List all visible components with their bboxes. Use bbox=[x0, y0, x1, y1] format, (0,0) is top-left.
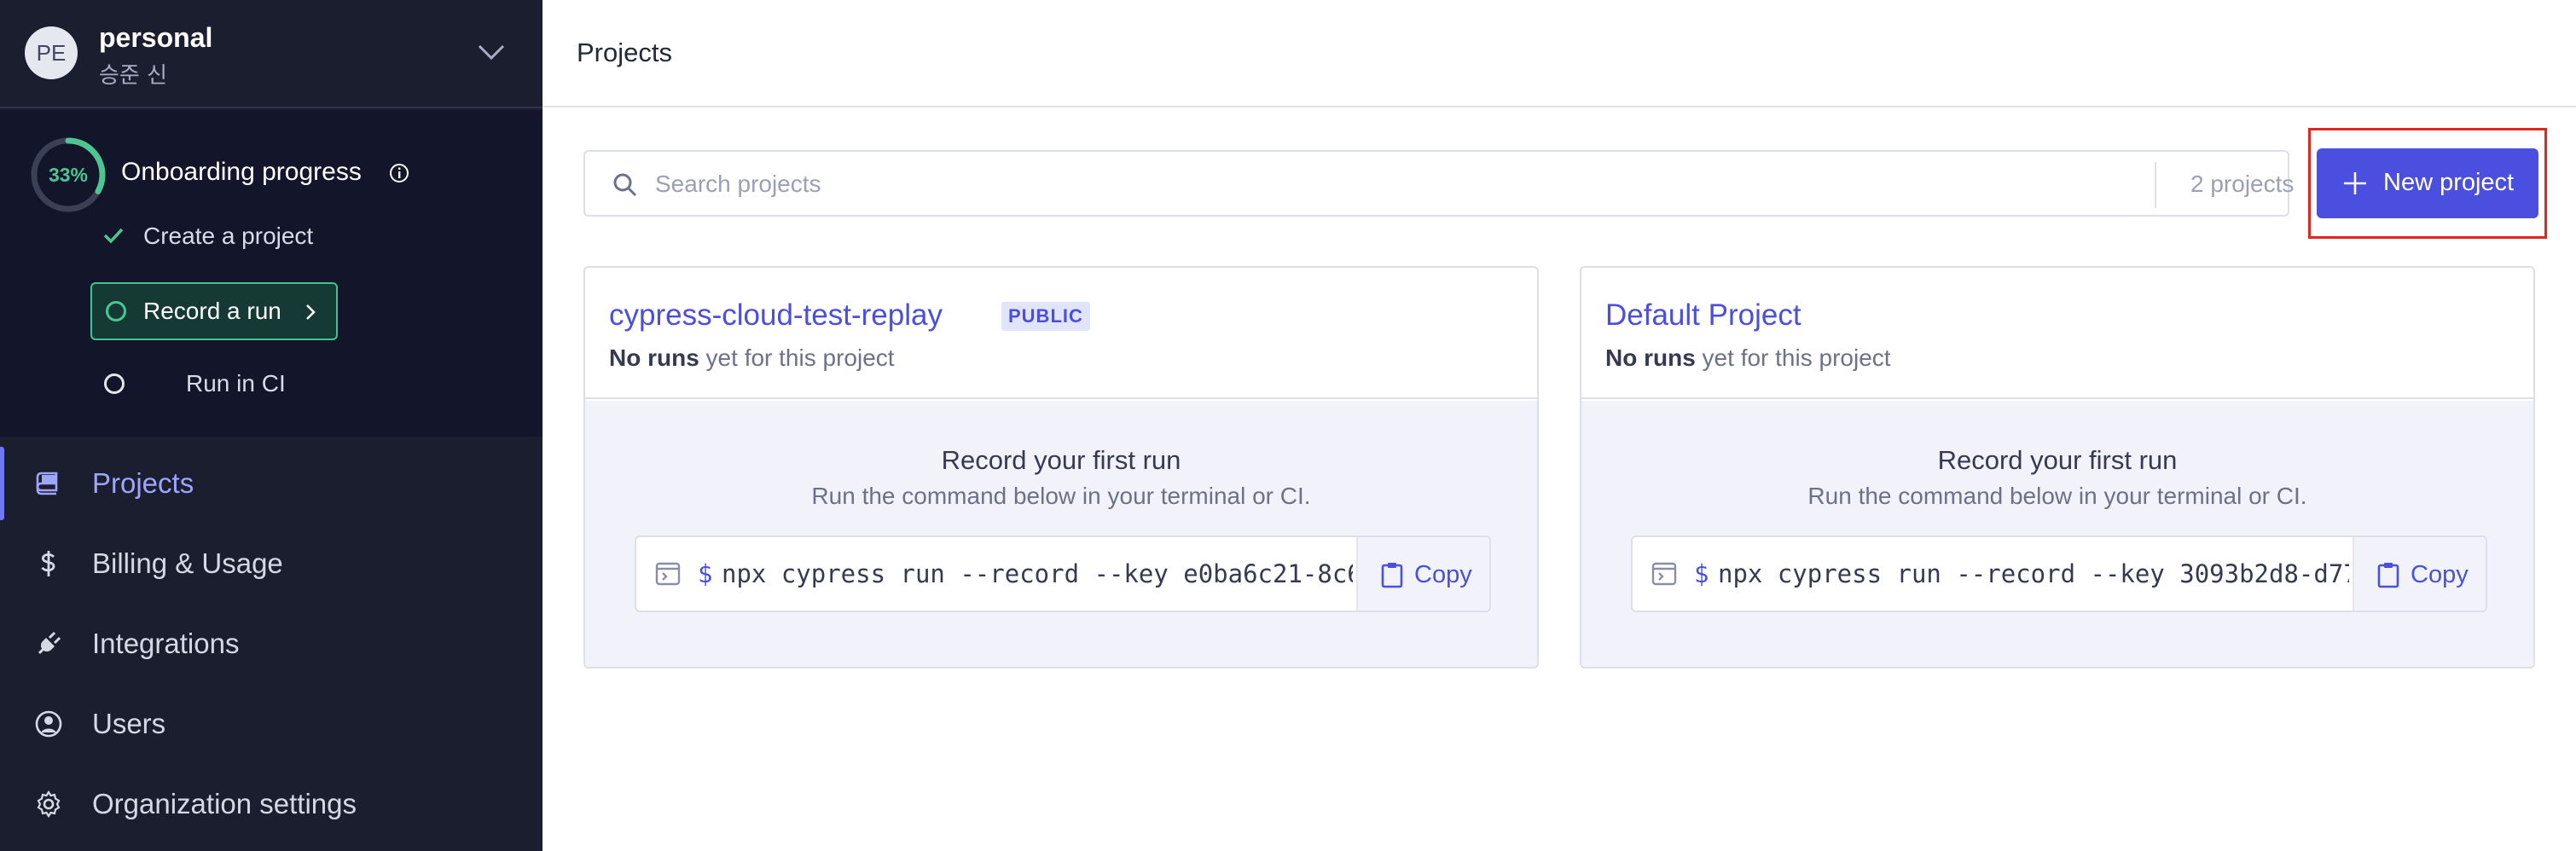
project-name-link[interactable]: Default Project bbox=[1605, 298, 1801, 333]
org-user-name: 승준 신 bbox=[99, 63, 168, 89]
clipboard-icon bbox=[1381, 563, 1403, 588]
page-title: Projects bbox=[577, 38, 672, 67]
circle-icon bbox=[104, 373, 125, 394]
nav-integrations[interactable]: Integrations bbox=[0, 607, 542, 680]
runs-status-text: yet for this project bbox=[1695, 344, 1891, 371]
terminal-icon bbox=[655, 562, 681, 586]
copy-button[interactable]: Copy bbox=[1356, 537, 1489, 611]
nav-label: Billing & Usage bbox=[92, 547, 283, 579]
project-name-link[interactable]: cypress-cloud-test-replay bbox=[609, 298, 943, 333]
info-icon[interactable] bbox=[389, 163, 409, 183]
user-circle-icon bbox=[35, 710, 62, 738]
onboarding-title: Onboarding progress bbox=[121, 158, 362, 186]
dollar-icon bbox=[41, 551, 55, 576]
progress-ring: 33% bbox=[29, 136, 107, 214]
prompt-symbol: $ bbox=[1694, 559, 1709, 588]
search-bar: 2 projects bbox=[583, 150, 2294, 217]
record-subtitle: Run the command below in your terminal o… bbox=[1807, 483, 2307, 509]
search-icon bbox=[613, 173, 637, 197]
nav-projects[interactable]: Projects bbox=[0, 447, 542, 520]
sidebar: PE personal 승준 신 33% Onboarding progress… bbox=[0, 0, 542, 851]
runs-status: No runs yet for this project bbox=[609, 344, 895, 372]
check-icon bbox=[103, 228, 124, 244]
nav-billing-usage[interactable]: Billing & Usage bbox=[0, 527, 542, 600]
record-title: Record your first run bbox=[1937, 445, 2178, 475]
record-subtitle: Run the command below in your terminal o… bbox=[811, 483, 1311, 509]
gear-icon bbox=[37, 790, 61, 819]
project-card-header: cypress-cloud-test-replay PUBLIC No runs… bbox=[585, 268, 1537, 399]
terminal-icon bbox=[1651, 562, 1677, 586]
progress-percent: 33% bbox=[48, 163, 89, 186]
divider bbox=[2155, 162, 2156, 208]
chevron-down-icon[interactable] bbox=[474, 39, 508, 65]
onboarding-panel: 33% Onboarding progress Create a project… bbox=[0, 110, 542, 437]
record-first-run-panel: Record your first run Run the command be… bbox=[585, 401, 1537, 667]
prompt-symbol: $ bbox=[698, 559, 713, 588]
project-card: cypress-cloud-test-replay PUBLIC No runs… bbox=[583, 266, 1539, 669]
top-bar: Projects bbox=[542, 0, 2576, 107]
record-command[interactable]: npx cypress run --record --key e0ba6c21-… bbox=[722, 559, 1353, 588]
circle-icon bbox=[106, 301, 126, 321]
project-card-header: Default Project No runs yet for this pro… bbox=[1581, 268, 2533, 399]
command-box: $ npx cypress run --record --key 3093b2d… bbox=[1631, 535, 2487, 612]
org-switcher[interactable]: PE personal 승준 신 bbox=[0, 0, 542, 108]
nav-label: Organization settings bbox=[92, 788, 357, 819]
clipboard-icon bbox=[2377, 563, 2399, 588]
command-box: $ npx cypress run --record --key e0ba6c2… bbox=[635, 535, 1491, 612]
step-label: Record a run bbox=[143, 298, 281, 324]
plus-icon bbox=[2344, 172, 2366, 194]
record-run-button[interactable]: Record a run bbox=[90, 282, 338, 340]
new-project-label: New project bbox=[2383, 169, 2515, 196]
visibility-badge: PUBLIC bbox=[1001, 302, 1090, 331]
record-first-run-panel: Record your first run Run the command be… bbox=[1581, 401, 2533, 667]
active-indicator bbox=[0, 447, 4, 520]
copy-button[interactable]: Copy bbox=[2353, 537, 2486, 611]
nav-label: Users bbox=[92, 708, 166, 739]
runs-status-text: yet for this project bbox=[699, 344, 895, 371]
step-label: Run in CI bbox=[186, 370, 286, 397]
runs-status: No runs yet for this project bbox=[1605, 344, 1891, 372]
chevron-right-icon bbox=[306, 304, 316, 320]
step-label: Create a project bbox=[143, 223, 314, 249]
record-command[interactable]: npx cypress run --record --key 3093b2d8-… bbox=[1718, 559, 2349, 588]
record-title: Record your first run bbox=[941, 445, 1181, 475]
copy-label: Copy bbox=[2411, 561, 2469, 588]
avatar: PE bbox=[25, 26, 78, 79]
new-project-button[interactable]: New project bbox=[2317, 148, 2538, 218]
main-content: Projects 2 projects New project cypress-… bbox=[542, 0, 2576, 851]
search-input[interactable] bbox=[655, 164, 1662, 205]
nav-users[interactable]: Users bbox=[0, 687, 542, 761]
org-name: personal bbox=[99, 22, 213, 53]
runs-status-bold: No runs bbox=[609, 344, 699, 371]
project-card: Default Project No runs yet for this pro… bbox=[1580, 266, 2535, 669]
nav-label: Integrations bbox=[92, 628, 240, 659]
copy-label: Copy bbox=[1414, 561, 1472, 588]
plug-icon bbox=[38, 631, 61, 655]
runs-status-bold: No runs bbox=[1605, 344, 1696, 371]
book-icon bbox=[36, 472, 58, 495]
nav-organization-settings[interactable]: Organization settings bbox=[0, 767, 542, 841]
nav-label: Projects bbox=[92, 467, 194, 499]
project-count: 2 projects bbox=[2190, 171, 2295, 197]
